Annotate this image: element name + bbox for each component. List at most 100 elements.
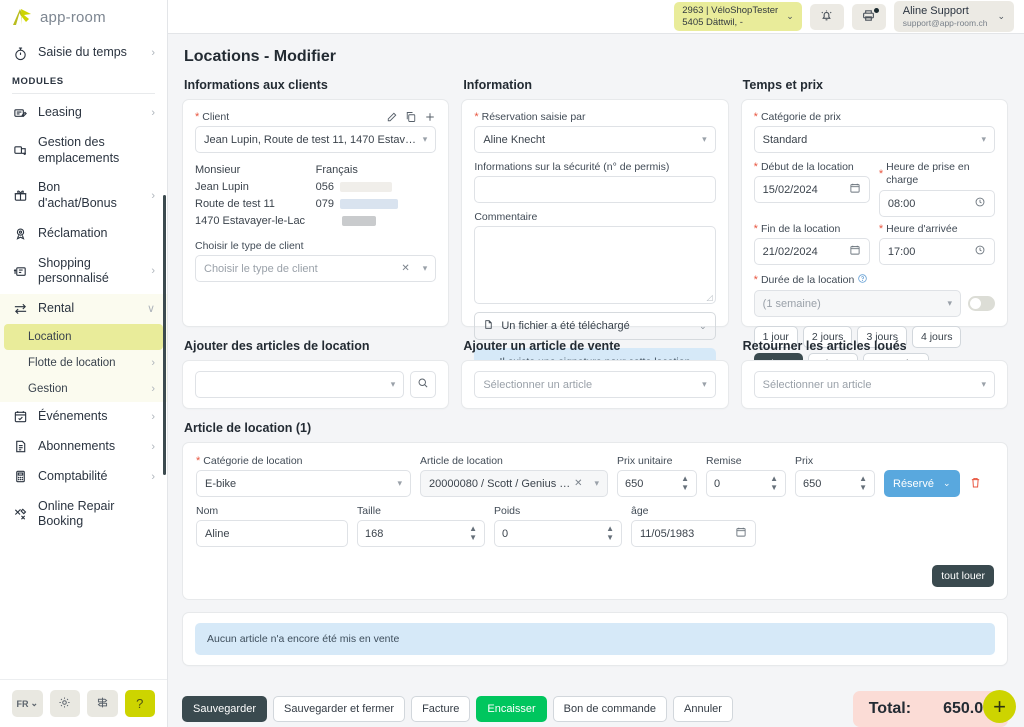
stepper-arrows-icon[interactable]: ▲▼ <box>469 525 477 542</box>
sidebar-subitem-label: Flotte de location <box>28 357 145 369</box>
rental-search-button[interactable] <box>410 371 436 398</box>
clock-icon[interactable] <box>974 244 986 259</box>
settings-button[interactable] <box>50 690 81 717</box>
price-category-select[interactable]: Standard ▾ <box>754 126 995 153</box>
category-select[interactable]: E-bike ▾ <box>196 470 411 497</box>
sidebar-item-flotte-de-location[interactable]: Flotte de location › <box>0 350 167 376</box>
sidebar-item-online-repair-booking[interactable]: Online Repair Booking <box>0 492 167 537</box>
close-icon[interactable]: ✕ <box>401 263 409 274</box>
help-button[interactable]: ? <box>125 690 156 717</box>
language-selector[interactable]: FR ⌄ <box>12 690 43 717</box>
security-input[interactable] <box>474 176 715 203</box>
rent-all-button[interactable]: tout louer <box>932 565 994 587</box>
stepper-arrows-icon[interactable]: ▲▼ <box>770 475 778 492</box>
size-stepper[interactable]: 168 ▲▼ <box>357 520 485 547</box>
end-label-text: Fin de la location <box>761 223 840 235</box>
client-type-select[interactable]: Choisir le type de client ✕ ▾ <box>195 255 436 282</box>
client-address: Monsieur Jean Lupin Route de test 11 147… <box>195 162 316 230</box>
calendar-icon[interactable] <box>735 526 747 541</box>
sidebar-item-reclamation[interactable]: Réclamation <box>0 219 167 249</box>
sidebar-item-rental[interactable]: Rental ∨ <box>0 294 167 324</box>
sidebar-item-location[interactable]: Location <box>4 324 163 350</box>
sidebar-footer: FR ⌄ ? <box>0 679 167 727</box>
weight-stepper[interactable]: 0 ▲▼ <box>494 520 622 547</box>
sidebar-item-bon-achat-bonus[interactable]: Bon d'achat/Bonus › <box>0 173 167 218</box>
sidebar-item-abonnements[interactable]: Abonnements › <box>0 432 167 462</box>
calendar-icon[interactable] <box>849 182 861 197</box>
cancel-button[interactable]: Annuler <box>673 696 733 722</box>
print-button[interactable] <box>852 4 886 30</box>
section-title: Ajouter un article de vente <box>463 339 728 353</box>
add-sale-select[interactable]: Sélectionner un article ▾ <box>474 371 715 398</box>
sidebar-item-gestion[interactable]: Gestion › <box>0 376 167 402</box>
notifications-button[interactable] <box>810 4 844 30</box>
start-date-input[interactable]: 15/02/2024 <box>754 176 870 203</box>
duration-toggle[interactable] <box>968 296 995 311</box>
return-select[interactable]: Sélectionner un article ▾ <box>754 371 995 398</box>
end-date-input[interactable]: 21/02/2024 <box>754 238 870 265</box>
purchase-order-button[interactable]: Bon de commande <box>553 696 667 722</box>
footer-buttons: Sauvegarder Sauvegarder et fermer Factur… <box>182 696 733 722</box>
delete-article-button[interactable] <box>969 470 982 497</box>
accounting-icon <box>12 469 28 485</box>
add-fab-button[interactable]: + <box>983 690 1016 723</box>
duration-select[interactable]: (1 semaine) ▾ <box>754 290 961 317</box>
unit-price-stepper[interactable]: 650 ▲▼ <box>617 470 697 497</box>
stepper-arrows-icon[interactable]: ▲▼ <box>859 475 867 492</box>
stepper-arrows-icon[interactable]: ▲▼ <box>681 475 689 492</box>
sidebar-scrollbar[interactable] <box>163 195 166 475</box>
address-line: Route de test 11 <box>195 196 316 213</box>
reservation-by-select[interactable]: Aline Knecht ▾ <box>474 126 715 153</box>
add-rental-select[interactable]: ▾ <box>195 371 404 398</box>
price-stepper[interactable]: 650 ▲▼ <box>795 470 875 497</box>
sidebar: app-room Saisie du temps › MODULES <box>0 0 168 727</box>
plus-icon[interactable] <box>424 111 436 126</box>
sidebar-item-evenements[interactable]: Événements › <box>0 402 167 432</box>
start-label: * Début de la location <box>754 161 870 173</box>
content: Locations - Modifier Informations aux cl… <box>168 34 1024 681</box>
save-button[interactable]: Sauvegarder <box>182 696 267 722</box>
invoice-button[interactable]: Facture <box>411 696 470 722</box>
article-controls: ✕ ▾ <box>574 478 599 489</box>
unit-price-field: Prix unitaire 650 ▲▼ <box>617 455 697 497</box>
edit-icon[interactable] <box>386 111 398 126</box>
close-icon[interactable]: ✕ <box>574 478 582 489</box>
comment-label: Commentaire <box>474 211 715 223</box>
pickup-time-input[interactable]: 08:00 <box>879 190 995 217</box>
user-menu[interactable]: Aline Support support@app-room.ch ⌄ <box>894 1 1014 32</box>
add-sale-card: Sélectionner un article ▾ <box>461 360 728 409</box>
sidebar-item-leasing[interactable]: Leasing › <box>0 98 167 128</box>
comment-textarea[interactable] <box>474 226 715 304</box>
chevron-down-icon: ▾ <box>423 134 428 145</box>
brand[interactable]: app-room <box>0 0 167 34</box>
sidebar-item-shopping-personnalise[interactable]: Shopping personnalisé › <box>0 249 167 294</box>
save-and-close-button[interactable]: Sauvegarder et fermer <box>273 696 405 722</box>
age-date-input[interactable]: 11/05/1983 <box>631 520 756 547</box>
status-dropdown-button[interactable]: Réservé ⌄ <box>884 470 960 497</box>
stepper-arrows-icon[interactable]: ▲▼ <box>606 525 614 542</box>
cash-in-button[interactable]: Encaisser <box>476 696 546 722</box>
sidebar-item-gestion-des-emplacements[interactable]: Gestion des emplacements <box>0 128 167 173</box>
comment-wrapper: ◿ <box>474 226 715 304</box>
help-circle-icon[interactable] <box>857 273 868 287</box>
name-input[interactable] <box>196 520 348 547</box>
copy-icon[interactable] <box>405 111 417 126</box>
chevron-down-icon: ⌄ <box>699 321 707 332</box>
client-field-header: * Client <box>195 111 436 126</box>
calendar-icon[interactable] <box>849 244 861 259</box>
sidebar-item-comptabilite[interactable]: Comptabilité › <box>0 462 167 492</box>
resize-grip-icon[interactable]: ◿ <box>707 293 713 302</box>
article-select[interactable]: 20000080 / Scott / Genius ST 910 S... ✕ … <box>420 470 608 497</box>
discount-stepper[interactable]: 0 ▲▼ <box>706 470 786 497</box>
sidebar-item-saisie-du-temps[interactable]: Saisie du temps › <box>0 38 167 68</box>
file-dropdown[interactable]: Un fichier a été téléchargé ⌄ <box>474 312 715 340</box>
account-selector[interactable]: 2963 | VéloShopTester 5405 Dättwil, - ⌄ <box>674 2 802 32</box>
chevron-down-icon: ▾ <box>397 478 402 489</box>
clock-icon[interactable] <box>974 196 986 211</box>
arrival-time-input[interactable]: 17:00 <box>879 238 995 265</box>
display-settings-button[interactable] <box>87 690 118 717</box>
pickup-time-label-text: Heure de prise en charge <box>886 161 995 187</box>
client-select[interactable]: Jean Lupin, Route de test 11, 1470 Estav… <box>195 126 436 153</box>
start-row: * Début de la location 15/02/2024 <box>754 161 995 217</box>
sidebar-item-label: Abonnements <box>38 439 135 455</box>
